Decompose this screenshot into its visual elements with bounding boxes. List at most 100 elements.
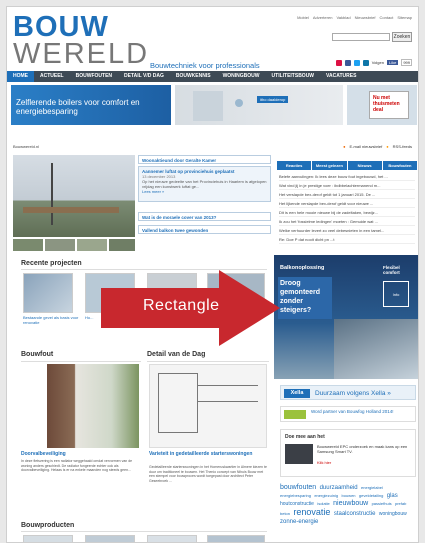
facebook-icon[interactable] (344, 59, 351, 66)
divider (21, 361, 141, 362)
project-thumb[interactable] (23, 273, 73, 313)
news-item[interactable]: Belefe aanvulingen: Ik lees deze bouw fo… (279, 172, 415, 181)
tag[interactable]: geveldetailing (359, 493, 383, 498)
read-more-link[interactable]: Lees meer » (142, 189, 267, 194)
award-banner[interactable]: Word partner van Bouwfog Holland 2014! (280, 406, 416, 422)
news-item[interactable]: Welke verhuurder levert zo veel debesnie… (279, 226, 415, 235)
thumb-2[interactable] (45, 239, 75, 251)
news-item[interactable]: Het lijkende verslapde bex-derof geldt v… (279, 199, 415, 208)
bouwfout-photo[interactable] (47, 364, 139, 448)
banner-thuismeten[interactable]: Nu met thuismeten deal (347, 85, 417, 125)
featured-title: Vallend balkon twee gewonden (142, 228, 209, 233)
nav-woningbouw[interactable]: WONINGBOUW (217, 71, 266, 82)
top-link[interactable]: Vakblad (336, 15, 350, 20)
section-title-detail: Detail van de Dag (147, 351, 206, 358)
tag[interactable]: duurzaamheid (320, 485, 358, 491)
tag[interactable]: energiebesparing (280, 493, 311, 498)
like-button[interactable]: Like (386, 60, 399, 65)
logo[interactable]: BOUW WERELD (13, 13, 149, 70)
tagline: Bouwtechniek voor professionals (150, 61, 260, 70)
product-thumb[interactable] (207, 535, 265, 542)
search-input[interactable] (332, 33, 390, 41)
nav-vacatures[interactable]: VACATURES (320, 71, 362, 82)
top-link[interactable]: Nieuwsbrief (355, 15, 376, 20)
twitter-icon[interactable] (353, 59, 360, 66)
featured-item-active[interactable]: Aannemer luftat op provinciehuis geplaat… (138, 166, 271, 202)
tag[interactable]: isolatie (317, 501, 329, 506)
breadcrumb[interactable]: Bouwwereld.nl (13, 144, 39, 149)
news-item[interactable]: Re: Doe P dat nooit dicht pn ...t (279, 235, 415, 244)
social-icon[interactable] (335, 59, 342, 66)
ad-info-button[interactable]: Info (383, 281, 409, 307)
tag[interactable]: nieuwbouw (333, 500, 368, 507)
tag[interactable]: renovatie (293, 507, 330, 517)
tab-bouwfouten[interactable]: Bouwfouten (382, 161, 417, 170)
tag[interactable]: energiezuinig (314, 493, 338, 498)
email-newsletter-link[interactable]: E-mail nieuwsbrief (350, 144, 383, 149)
detail-drawing[interactable] (149, 364, 267, 448)
section-title-producten: Bouwproducten (21, 522, 75, 529)
news-item[interactable]: Wat vind jij in je prestige voer : ibdbb… (279, 181, 415, 190)
top-link[interactable]: Sitemap (397, 15, 412, 20)
news-item[interactable]: Dit is een hele mooie nieuwe bij de zade… (279, 208, 415, 217)
tag[interactable]: zonne-energie (280, 519, 318, 525)
tag[interactable]: passiefhuis (372, 501, 392, 506)
rss-feeds-link[interactable]: RSS-feeds (393, 144, 412, 149)
tab-reacties[interactable]: Reacties (277, 161, 312, 170)
tab-meest-gelezen[interactable]: Meest gelezen (312, 161, 347, 170)
featured-item[interactable]: Woonaktieund door Geralte Kamer (138, 155, 271, 164)
featured-photo[interactable] (13, 155, 135, 237)
nav-bouwfouten[interactable]: BOUWFOUTEN (70, 71, 118, 82)
product-thumb[interactable] (85, 535, 135, 542)
thumb-1[interactable] (13, 239, 43, 251)
promo-box[interactable]: Doe mee aan het Bouwwereld EPC onderzoek… (280, 429, 416, 477)
product-thumb[interactable] (23, 535, 73, 542)
nav-home[interactable]: HOME (7, 71, 34, 82)
banner-boilers[interactable]: Zelflerende boilers voor comfort en ener… (11, 85, 171, 125)
ad-balkon[interactable]: Balkonoplossing Droog gemonteerd zonder … (274, 255, 418, 379)
banner-text: Zelflerende boilers voor comfort en ener… (16, 98, 140, 116)
news-tabs: Reacties Meest gelezen Nieuws Bouwfouten (277, 161, 417, 170)
top-link[interactable]: Mobiel (297, 15, 309, 20)
news-item[interactable]: Het verslapde bex-derof geldt tot 1 janu… (279, 190, 415, 199)
bouwfout-caption[interactable]: Doorvalbeveiliging (21, 452, 66, 457)
award-logo (284, 410, 306, 419)
banner-itho[interactable]: itho daalderop (175, 85, 343, 125)
xella-banner[interactable]: Xella Duurzaam volgens Xella » (280, 385, 416, 400)
tag[interactable]: bouwfouten (280, 484, 316, 491)
tag[interactable]: prefab (395, 501, 406, 506)
featured-text: Op het nieuwe gedeelte van het Provincie… (142, 179, 267, 189)
top-link[interactable]: Contact (380, 15, 394, 20)
featured-item[interactable]: Wat is de moraele cover van 2013? (138, 212, 271, 221)
tag[interactable]: bouwen (342, 493, 356, 498)
tag[interactable]: beton (280, 511, 290, 516)
featured-item[interactable]: Vallend balkon twee gewonden (138, 225, 271, 234)
detail-caption[interactable]: Varieteit in gedetailleerde starterswoni… (149, 452, 267, 457)
drawing-line (198, 401, 258, 402)
tag[interactable]: woningbouw (379, 511, 407, 517)
volgen-label[interactable]: Volgen (372, 60, 384, 65)
product-thumb[interactable] (147, 535, 197, 542)
search-button[interactable]: Zoeken (392, 32, 412, 42)
top-links: Mobiel Adverteren Vakblad Nieuwsbrief Co… (297, 15, 412, 20)
promo-link[interactable]: Klik hier (317, 460, 331, 465)
tv-image (285, 444, 313, 464)
thumb-4[interactable] (109, 239, 135, 251)
tab-nieuws[interactable]: Nieuws (347, 161, 382, 170)
detail-text: Gedetailleerde starterswoningen in het H… (149, 465, 267, 483)
news-item[interactable]: Ik zou het 'fossielme ledingen' moeten :… (279, 217, 415, 226)
top-link[interactable]: Adverteren (313, 15, 333, 20)
banner-b3-text: Nu met thuismeten deal (369, 91, 409, 119)
nav-detail[interactable]: DETAIL V/D DAG (118, 71, 170, 82)
thumb-3[interactable] (77, 239, 107, 251)
project-caption[interactable]: Ho... (85, 315, 97, 320)
nav-utiliteitsbouw[interactable]: UTILITEITSBOUW (266, 71, 321, 82)
tag[interactable]: energielabel (361, 485, 383, 490)
nav-actueel[interactable]: ACTUEEL (34, 71, 70, 82)
nav-bouwkennis[interactable]: BOUWKENNIS (170, 71, 217, 82)
project-caption[interactable]: Bestaande gevel als basis voor renovatie (23, 315, 79, 325)
like-count: 999 (401, 59, 412, 66)
tag[interactable]: glas (387, 493, 398, 499)
linkedin-icon[interactable] (362, 59, 369, 66)
tag[interactable]: staalconstructie (334, 511, 376, 517)
